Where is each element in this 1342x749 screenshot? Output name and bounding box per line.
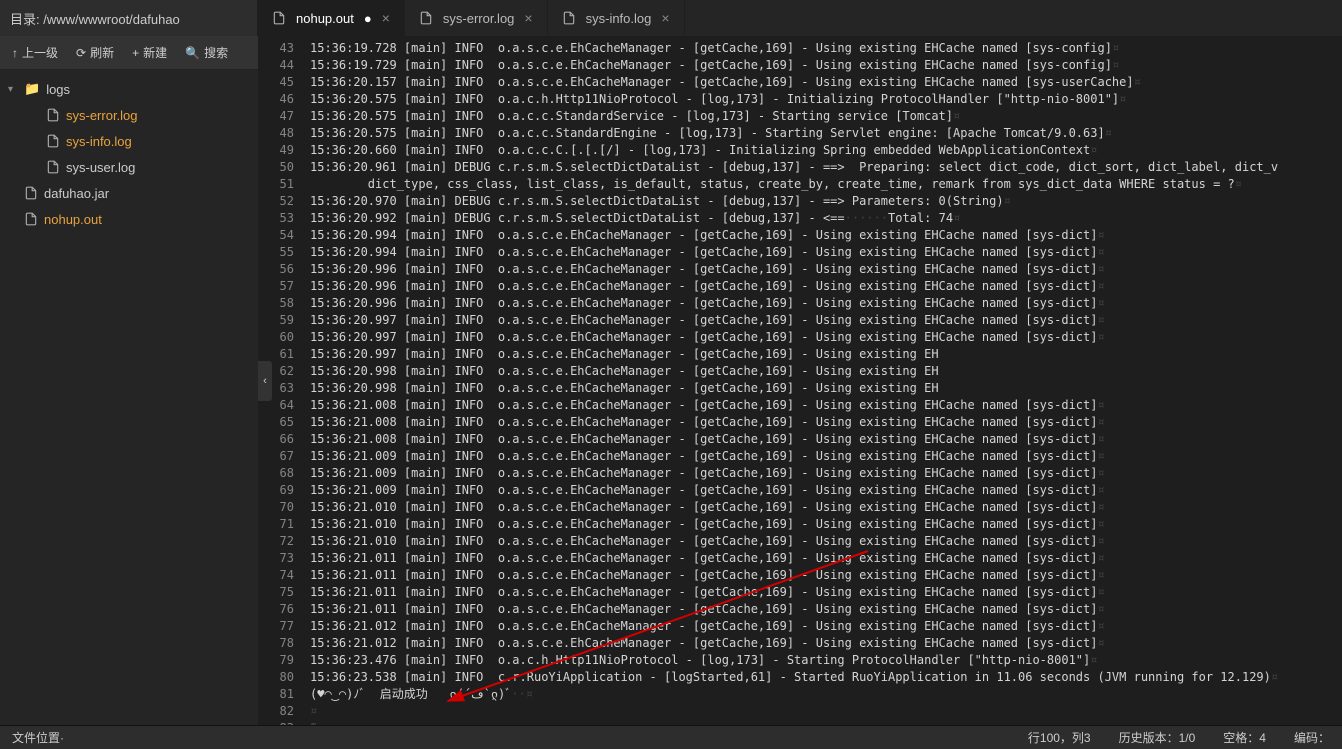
code-line[interactable]: 15:36:23.476 [main] INFO o.a.c.h.Http11N… [310, 652, 1342, 669]
chevron-left-icon: ‹ [263, 375, 267, 387]
code-line[interactable]: 15:36:21.008 [main] INFO o.a.s.c.e.EhCac… [310, 431, 1342, 448]
tree-node-label: sys-user.log [66, 160, 135, 175]
new-button[interactable]: + 新建 [124, 36, 175, 69]
code-line[interactable]: 15:36:20.575 [main] INFO o.a.c.c.Standar… [310, 108, 1342, 125]
code-line[interactable]: ¤ [310, 703, 1342, 720]
code-line[interactable]: 15:36:23.538 [main] INFO c.r.RuoYiApplic… [310, 669, 1342, 686]
close-icon[interactable]: × [524, 10, 532, 26]
code-line[interactable]: 15:36:21.011 [main] INFO o.a.s.c.e.EhCac… [310, 584, 1342, 601]
status-file-position: 文件位置· [12, 729, 64, 746]
tab-sys-info-log[interactable]: sys-info.log × [548, 0, 685, 36]
tree-node-label: sys-info.log [66, 134, 132, 149]
search-icon: 🔍 [185, 46, 200, 60]
arrow-up-icon: ↑ [12, 46, 18, 60]
tree-file-sys-error-log[interactable]: sys-error.log [0, 102, 258, 128]
code-line[interactable]: ¶ [310, 720, 1342, 725]
code-line[interactable]: 15:36:21.011 [main] INFO o.a.s.c.e.EhCac… [310, 550, 1342, 567]
code-line[interactable]: 15:36:20.992 [main] DEBUG c.r.s.m.S.sele… [310, 210, 1342, 227]
tree-file-nohup-out[interactable]: nohup.out [0, 206, 258, 232]
code-line[interactable]: 15:36:20.996 [main] INFO o.a.s.c.e.EhCac… [310, 261, 1342, 278]
code-line[interactable]: 15:36:20.994 [main] INFO o.a.s.c.e.EhCac… [310, 227, 1342, 244]
code-line[interactable]: 15:36:21.012 [main] INFO o.a.s.c.e.EhCac… [310, 635, 1342, 652]
search-button[interactable]: 🔍 搜索 [177, 36, 236, 69]
sidebar-toolbar: ↑ 上一级 ⟳ 刷新 + 新建 🔍 搜索 [0, 36, 258, 70]
tree-node-label: dafuhao.jar [44, 186, 109, 201]
tree-file-sys-info-log[interactable]: sys-info.log [0, 128, 258, 154]
tree-node-label: logs [46, 82, 70, 97]
status-history: 历史版本：1/0 [1119, 729, 1196, 746]
tree-node-label: sys-error.log [66, 108, 138, 123]
close-icon[interactable]: × [661, 10, 669, 26]
code-line[interactable]: 15:36:20.961 [main] DEBUG c.r.s.m.S.sele… [310, 159, 1342, 176]
status-bar: 文件位置· 行100，列3 历史版本：1/0 空格：4 编码： [0, 725, 1342, 749]
tree-file-sys-user-log[interactable]: sys-user.log [0, 154, 258, 180]
tab-nohup-out[interactable]: nohup.out ● × [258, 0, 405, 36]
status-space: 空格：4 [1223, 729, 1266, 746]
code-line[interactable]: 15:36:20.997 [main] INFO o.a.s.c.e.EhCac… [310, 312, 1342, 329]
tab-label: sys-info.log [586, 11, 652, 26]
code-line[interactable]: 15:36:20.997 [main] INFO o.a.s.c.e.EhCac… [310, 329, 1342, 346]
code-line[interactable]: 15:36:20.575 [main] INFO o.a.c.c.Standar… [310, 125, 1342, 142]
code-line[interactable]: 15:36:21.011 [main] INFO o.a.s.c.e.EhCac… [310, 601, 1342, 618]
tab-label: sys-error.log [443, 11, 515, 26]
editor-tabs: nohup.out ● × sys-error.log × sys-info.log × [258, 0, 1342, 36]
code-line[interactable]: 15:36:20.998 [main] INFO o.a.s.c.e.EhCac… [310, 363, 1342, 380]
code-line[interactable]: (♥◠‿◠)ﾉﾞ 启动成功 ლ(´ڡ`ლ)ﾞ··¤ [310, 686, 1342, 703]
code-line[interactable]: 15:36:20.996 [main] INFO o.a.s.c.e.EhCac… [310, 295, 1342, 312]
up-level-button[interactable]: ↑ 上一级 [4, 36, 66, 69]
code-line[interactable]: 15:36:19.729 [main] INFO o.a.s.c.e.EhCac… [310, 57, 1342, 74]
sidebar-collapse-handle[interactable]: ‹ [258, 361, 272, 401]
code-line[interactable]: 15:36:20.997 [main] INFO o.a.s.c.e.EhCac… [310, 346, 1342, 363]
refresh-button[interactable]: ⟳ 刷新 [68, 36, 122, 69]
code-line[interactable]: 15:36:21.010 [main] INFO o.a.s.c.e.EhCac… [310, 516, 1342, 533]
code-line[interactable]: 15:36:21.008 [main] INFO o.a.s.c.e.EhCac… [310, 414, 1342, 431]
code-line[interactable]: 15:36:20.994 [main] INFO o.a.s.c.e.EhCac… [310, 244, 1342, 261]
tree-folder-logs[interactable]: ▾ 📁 logs [0, 76, 258, 102]
code-line[interactable]: 15:36:20.157 [main] INFO o.a.s.c.e.EhCac… [310, 74, 1342, 91]
folder-icon: 📁 [24, 81, 40, 97]
code-content[interactable]: 15:36:19.728 [main] INFO o.a.s.c.e.EhCac… [302, 36, 1342, 725]
code-line[interactable]: 15:36:21.012 [main] INFO o.a.s.c.e.EhCac… [310, 618, 1342, 635]
code-line[interactable]: 15:36:21.008 [main] INFO o.a.s.c.e.EhCac… [310, 397, 1342, 414]
close-icon[interactable]: × [382, 10, 390, 26]
status-line-col: 行100，列3 [1028, 729, 1091, 746]
code-line[interactable]: 15:36:21.009 [main] INFO o.a.s.c.e.EhCac… [310, 465, 1342, 482]
plus-icon: + [132, 46, 139, 60]
tab-label: nohup.out [296, 11, 354, 26]
tree-node-label: nohup.out [44, 212, 102, 227]
status-encoding: 编码： [1294, 729, 1330, 746]
refresh-icon: ⟳ [76, 46, 86, 60]
code-line[interactable]: 15:36:20.970 [main] DEBUG c.r.s.m.S.sele… [310, 193, 1342, 210]
code-line[interactable]: 15:36:19.728 [main] INFO o.a.s.c.e.EhCac… [310, 40, 1342, 57]
code-line[interactable]: dict_type, css_class, list_class, is_def… [310, 176, 1342, 193]
directory-path: 目录: /www/wwwroot/dafuhao [0, 0, 258, 36]
code-line[interactable]: 15:36:21.010 [main] INFO o.a.s.c.e.EhCac… [310, 499, 1342, 516]
code-line[interactable]: 15:36:20.575 [main] INFO o.a.c.h.Http11N… [310, 91, 1342, 108]
chevron-down-icon: ▾ [8, 84, 18, 95]
code-line[interactable]: 15:36:20.998 [main] INFO o.a.s.c.e.EhCac… [310, 380, 1342, 397]
code-line[interactable]: 15:36:21.009 [main] INFO o.a.s.c.e.EhCac… [310, 482, 1342, 499]
tree-file-dafuhao-jar[interactable]: dafuhao.jar [0, 180, 258, 206]
modified-dot-icon: ● [364, 11, 372, 26]
code-line[interactable]: 15:36:20.996 [main] INFO o.a.s.c.e.EhCac… [310, 278, 1342, 295]
code-line[interactable]: 15:36:21.009 [main] INFO o.a.s.c.e.EhCac… [310, 448, 1342, 465]
code-line[interactable]: 15:36:21.011 [main] INFO o.a.s.c.e.EhCac… [310, 567, 1342, 584]
tab-sys-error-log[interactable]: sys-error.log × [405, 0, 548, 36]
file-tree-sidebar: ↑ 上一级 ⟳ 刷新 + 新建 🔍 搜索 ▾ 📁 logs sys-error.log… [0, 36, 258, 725]
code-line[interactable]: 15:36:20.660 [main] INFO o.a.c.c.C.[.[.[… [310, 142, 1342, 159]
code-editor[interactable]: 4344454647484950515253545556575859606162… [258, 36, 1342, 725]
code-line[interactable]: 15:36:21.010 [main] INFO o.a.s.c.e.EhCac… [310, 533, 1342, 550]
